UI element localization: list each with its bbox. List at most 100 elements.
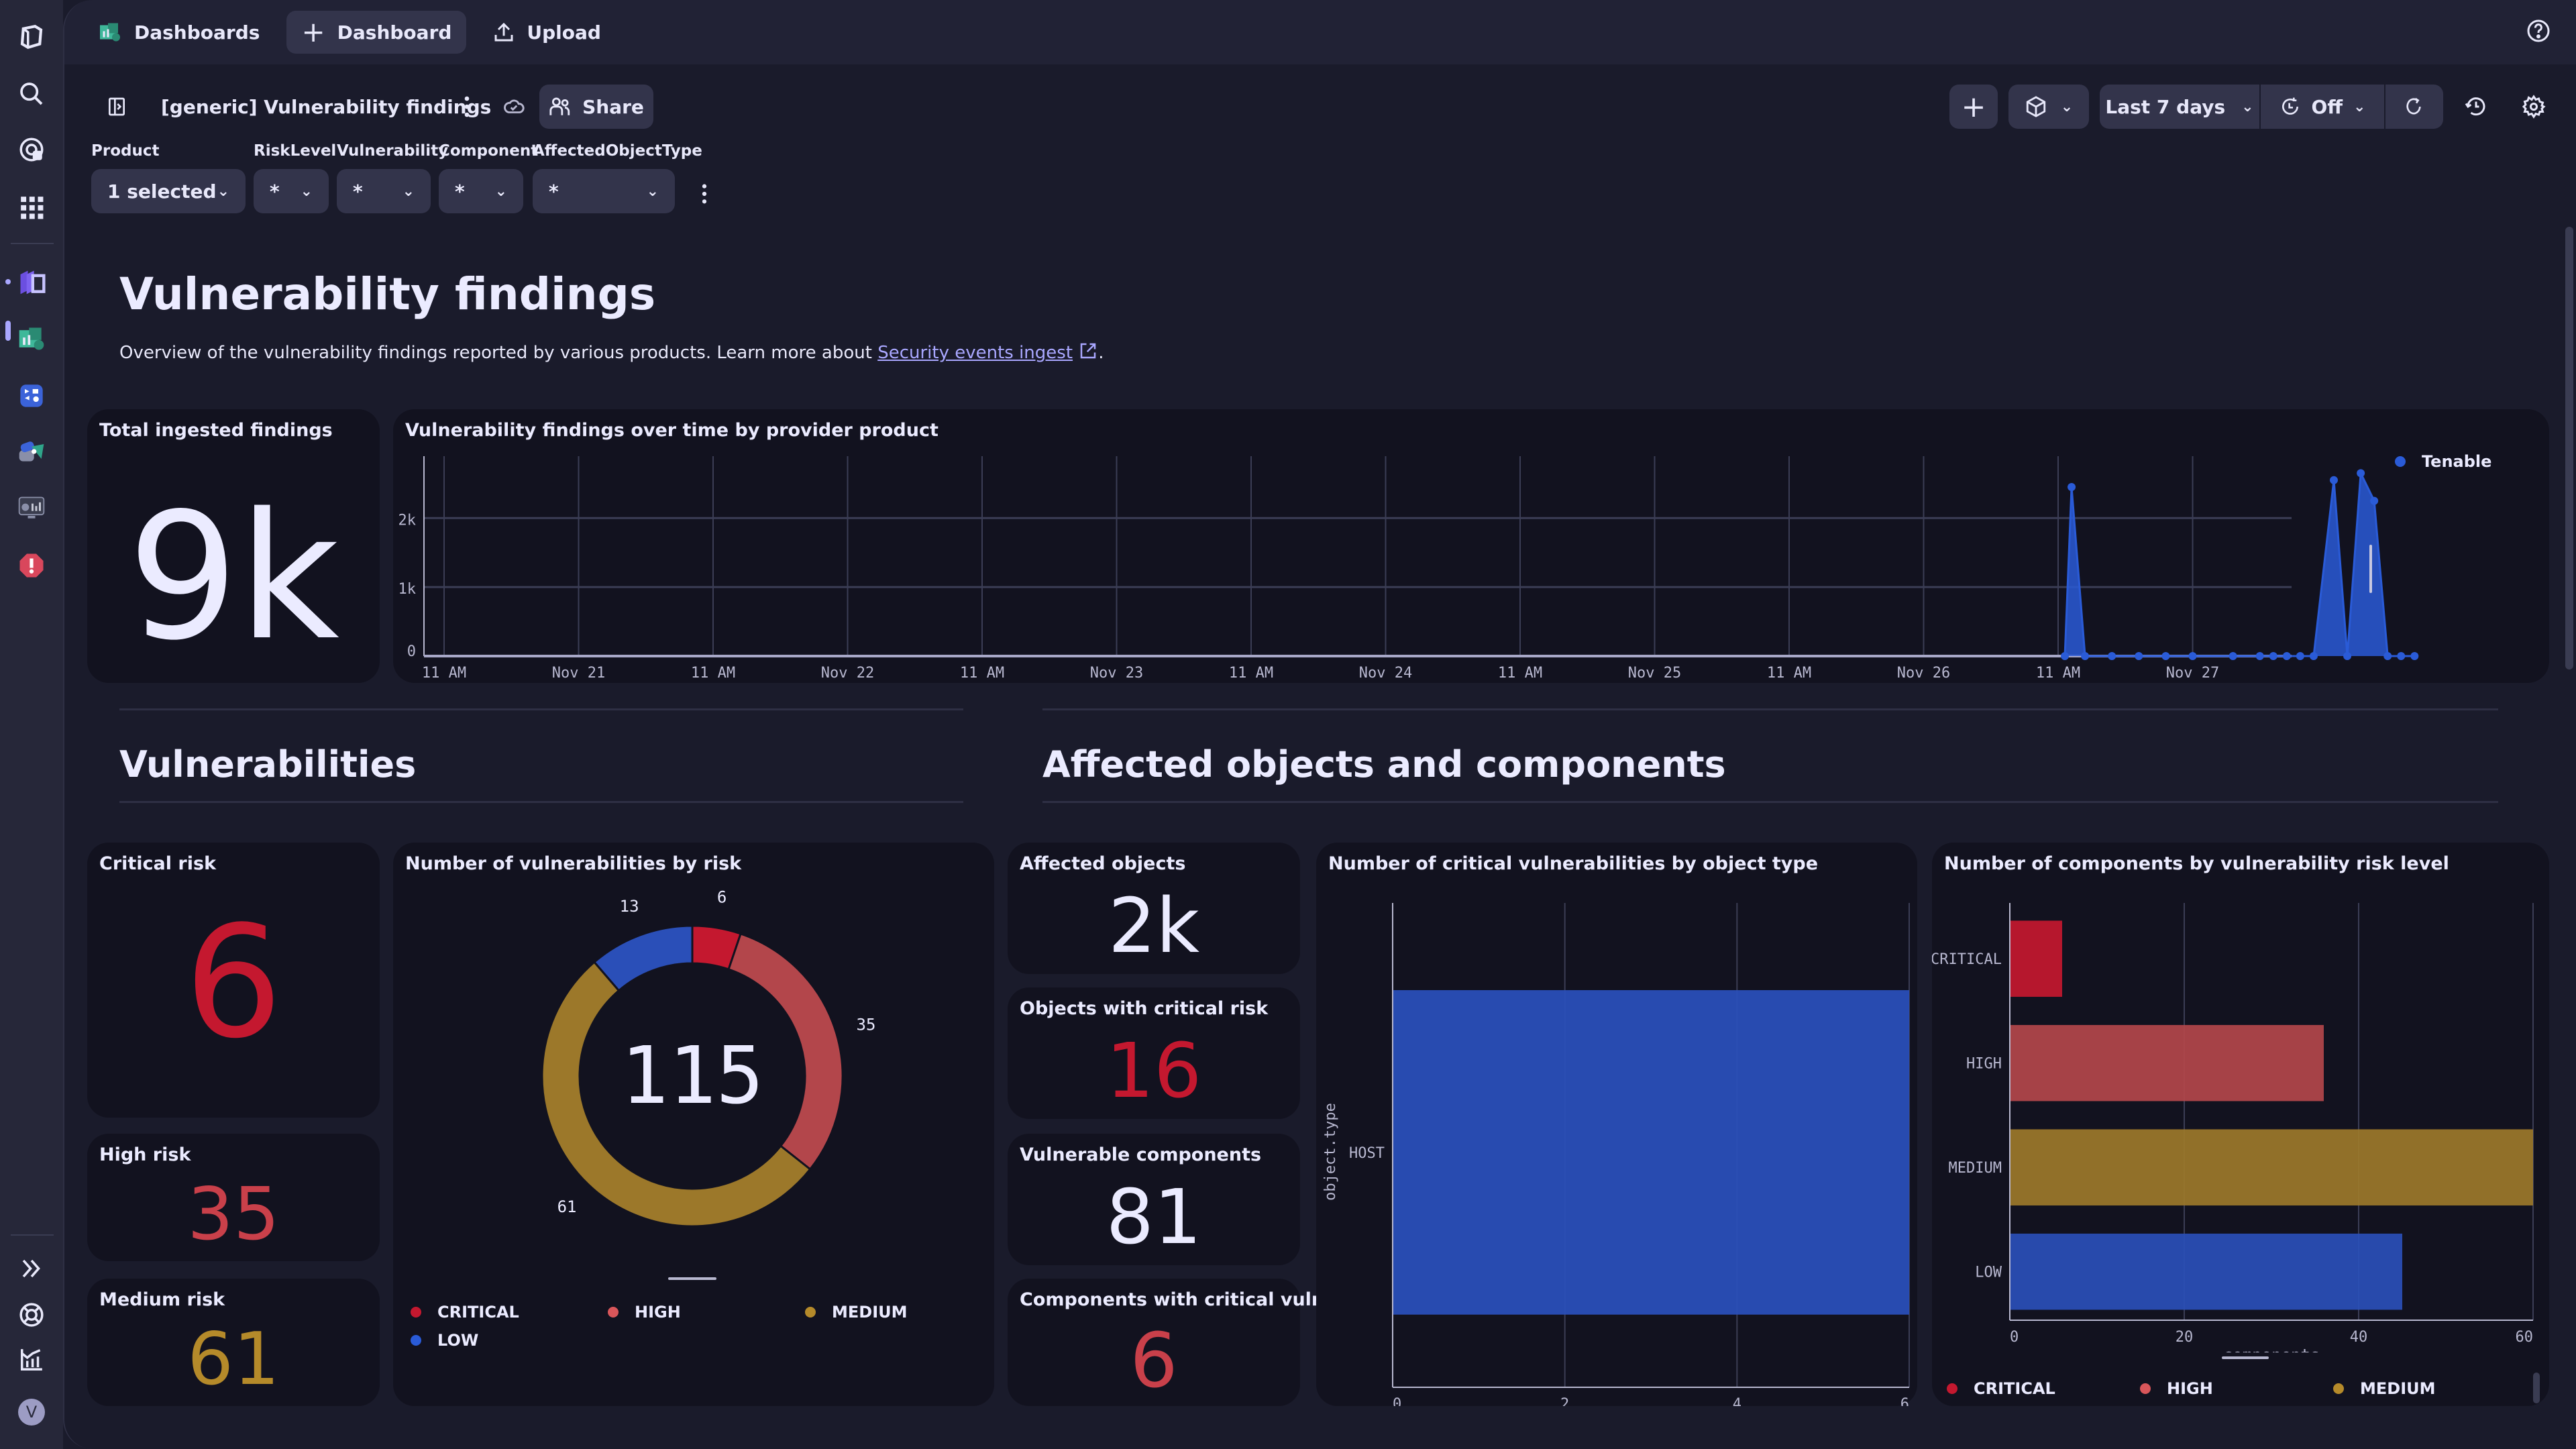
- history-icon[interactable]: [2459, 85, 2493, 129]
- tile-objects-critical[interactable]: Objects with critical risk 16: [1008, 987, 1300, 1119]
- filter-more-options-icon[interactable]: [696, 182, 712, 209]
- legend-item-low[interactable]: LOW: [411, 1331, 478, 1350]
- dashboards-app-icon[interactable]: [15, 322, 48, 356]
- filter-risklevel-select[interactable]: * ⌄: [254, 169, 329, 213]
- tile-critical-risk[interactable]: Critical risk 6: [87, 843, 380, 1118]
- y-tick-label: 2k: [398, 512, 417, 529]
- add-tile-button[interactable]: +: [1949, 85, 1998, 129]
- filter-component-select[interactable]: * ⌄: [439, 169, 523, 213]
- data-point: [2282, 652, 2291, 660]
- legend-resize-handle[interactable]: [2222, 1356, 2269, 1359]
- shapes-app-icon[interactable]: [15, 435, 48, 468]
- legend-dot: [1947, 1383, 1957, 1394]
- legend-resize-handle[interactable]: [2369, 545, 2372, 593]
- legend-item-tenable[interactable]: Tenable: [2395, 452, 2491, 471]
- filter-product: Product 1 selected ⌄: [91, 142, 246, 213]
- tile-medium-risk[interactable]: Medium risk 61: [87, 1279, 380, 1406]
- timeframe-selector[interactable]: Last 7 days ⌄: [2100, 85, 2261, 129]
- data-point: [2108, 652, 2116, 660]
- donut-value-label: 6: [717, 888, 727, 907]
- workflows-app-icon[interactable]: [15, 379, 48, 413]
- legend-dot: [608, 1307, 619, 1318]
- apps-grid-icon[interactable]: [15, 191, 48, 224]
- legend-item-high[interactable]: HIGH: [608, 1303, 681, 1322]
- data-point: [2161, 652, 2170, 660]
- upload-button[interactable]: Upload: [478, 11, 616, 54]
- sidebar-divider: [11, 243, 54, 244]
- share-button[interactable]: Share: [539, 85, 653, 129]
- external-link-icon[interactable]: [1078, 341, 1098, 366]
- y-tick-label: HOST: [1349, 1145, 1385, 1162]
- filter-vulnerability-select[interactable]: * ⌄: [337, 169, 431, 213]
- expand-icon[interactable]: [15, 1252, 48, 1285]
- x-tick-label: 4: [1733, 1396, 1741, 1406]
- chevron-down-icon: ⌄: [402, 182, 415, 200]
- components-bar-chart: 0 20 40 60 CRITICAL HIGH MEDIUM LOW components: [1932, 903, 2534, 1352]
- legend-scrollbar[interactable]: [2533, 1373, 2540, 1403]
- data-point: [2135, 652, 2143, 660]
- x-tick-label: 11 AM: [2036, 665, 2080, 682]
- x-tick-label: 11 AM: [960, 665, 1004, 682]
- x-tick-label: 11 AM: [1767, 665, 1811, 682]
- legend-item-critical[interactable]: CRITICAL: [1947, 1379, 2055, 1398]
- data-point: [2330, 476, 2339, 484]
- tile-findings-over-time[interactable]: Vulnerability findings over time by prov…: [393, 409, 2549, 683]
- legend-resize-handle[interactable]: [668, 1277, 716, 1280]
- discover-icon[interactable]: [15, 133, 48, 166]
- legend-dot: [2395, 456, 2406, 467]
- settings-gear-icon[interactable]: [2517, 85, 2551, 129]
- chevron-down-icon: ⌄: [217, 182, 229, 200]
- security-events-ingest-link[interactable]: Security events ingest: [877, 343, 1073, 363]
- tile-components-critical[interactable]: Components with critical vuln... 6: [1008, 1279, 1345, 1406]
- page-description: Overview of the vulnerability findings r…: [119, 341, 1104, 366]
- users-icon: [549, 97, 570, 115]
- filter-vulnerability: Vulnerability * ⌄: [337, 142, 448, 213]
- section-divider: [1042, 708, 2498, 710]
- legend-item-critical[interactable]: CRITICAL: [411, 1303, 519, 1322]
- filter-affectedobjecttype-select[interactable]: * ⌄: [533, 169, 675, 213]
- refresh-button[interactable]: [2385, 85, 2442, 129]
- legend-item-high[interactable]: HIGH: [2140, 1379, 2213, 1398]
- cube-stack-app-icon[interactable]: [15, 265, 48, 299]
- dashboard-name[interactable]: [generic] Vulnerability findings: [161, 85, 491, 129]
- x-tick-label: Nov 22: [821, 665, 874, 682]
- bar-low: [2010, 1233, 2402, 1310]
- app-name: Dashboards: [134, 21, 260, 44]
- y-tick-label: CRITICAL: [1932, 951, 2002, 968]
- user-avatar[interactable]: V: [15, 1395, 48, 1429]
- dashboards-app-button[interactable]: Dashboards: [83, 11, 274, 54]
- monitor-app-icon[interactable]: [15, 492, 48, 525]
- tile-total-findings[interactable]: Total ingested findings 9k: [87, 409, 380, 683]
- tile-high-risk[interactable]: High risk 35: [87, 1134, 380, 1261]
- legend-dot: [2333, 1383, 2344, 1394]
- data-point: [2370, 496, 2379, 505]
- dynatrace-logo-icon[interactable]: [15, 20, 48, 54]
- tile-vulnerable-components[interactable]: Vulnerable components 81: [1008, 1134, 1300, 1265]
- page-scrollbar[interactable]: [2565, 227, 2573, 669]
- problems-app-icon[interactable]: [15, 549, 48, 582]
- tile-vulns-by-risk[interactable]: Number of vulnerabilities by risk 6 35 61 1…: [393, 843, 994, 1406]
- support-icon[interactable]: [15, 1298, 48, 1332]
- data-point: [2397, 652, 2406, 660]
- search-icon[interactable]: [15, 77, 48, 111]
- data-point: [2357, 469, 2365, 478]
- more-options-icon[interactable]: [453, 85, 480, 129]
- toggle-panel-icon[interactable]: [97, 85, 137, 129]
- legend-item-medium[interactable]: MEDIUM: [2333, 1379, 2436, 1398]
- tile-components-by-risk[interactable]: Number of components by vulnerability ri…: [1932, 843, 2549, 1406]
- data-point: [2255, 652, 2264, 660]
- x-tick-label: 0: [1393, 1396, 1401, 1406]
- section-divider: [1042, 801, 2498, 803]
- metrics-icon[interactable]: [15, 1343, 48, 1377]
- tile-affected-objects[interactable]: Affected objects 2k: [1008, 843, 1300, 974]
- timeframe-group: Last 7 days ⌄ Off ⌄: [2100, 85, 2443, 129]
- auto-refresh-selector[interactable]: Off ⌄: [2261, 85, 2385, 129]
- legend-item-medium[interactable]: MEDIUM: [805, 1303, 908, 1322]
- tile-critical-by-object-type[interactable]: Number of critical vulnerabilities by ob…: [1316, 843, 1917, 1406]
- help-icon[interactable]: [2526, 19, 2551, 46]
- new-dashboard-button[interactable]: + Dashboard: [286, 11, 467, 54]
- data-point: [2309, 652, 2318, 660]
- filter-product-select[interactable]: 1 selected ⌄: [91, 169, 246, 213]
- segments-button[interactable]: ⌄: [2008, 85, 2089, 129]
- chevron-down-icon: ⌄: [494, 182, 507, 200]
